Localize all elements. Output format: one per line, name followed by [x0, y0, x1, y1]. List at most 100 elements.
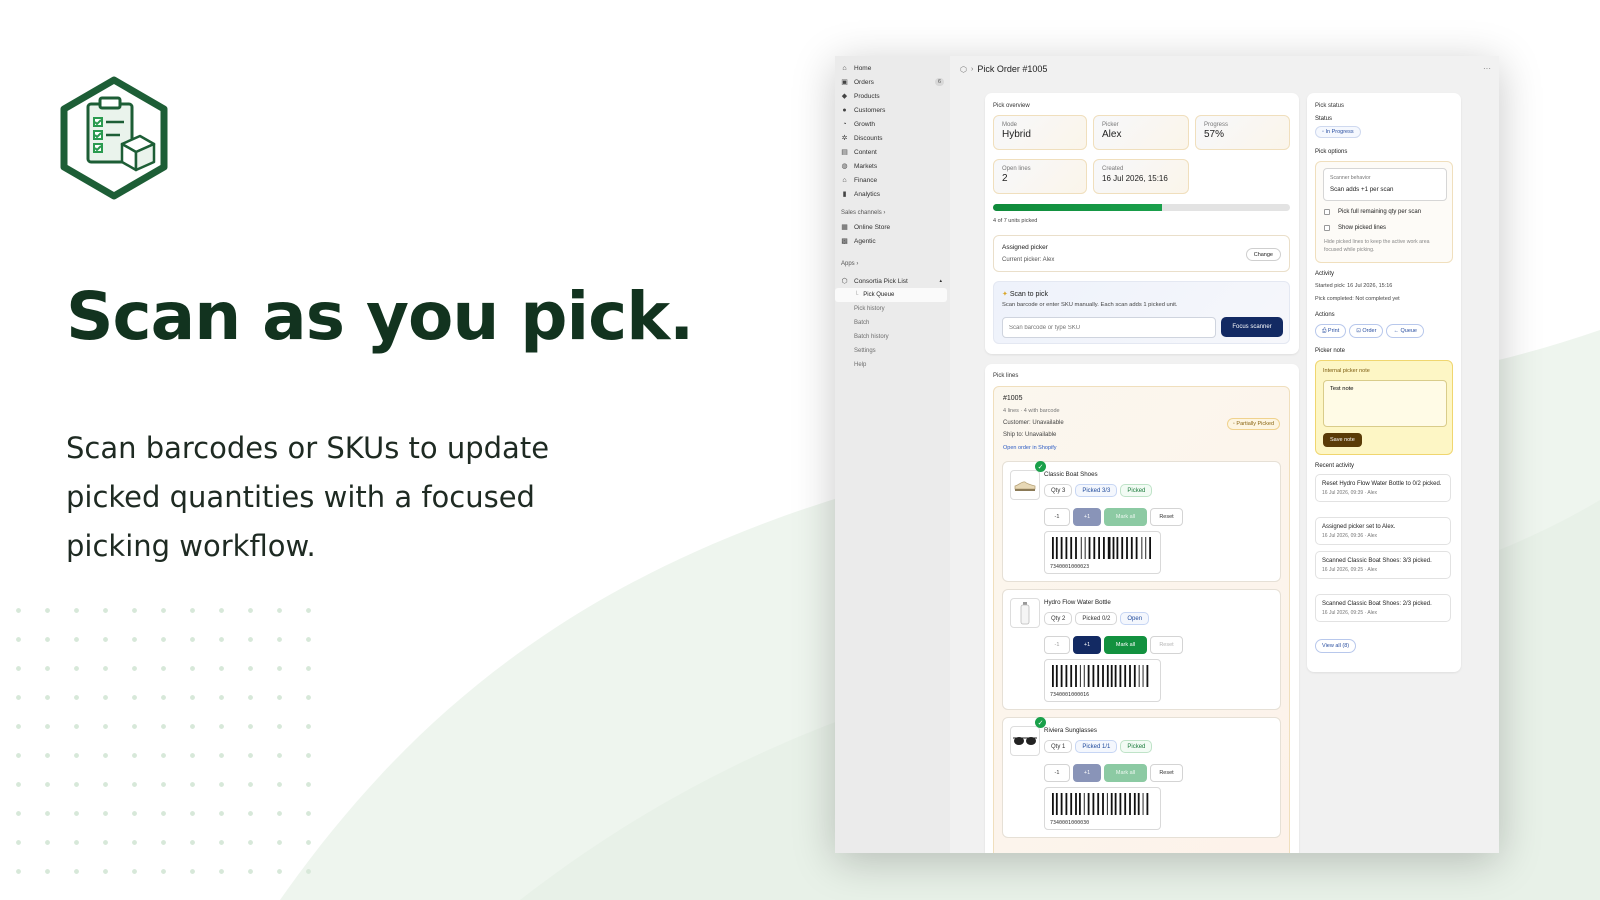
line-status-tag: Open — [1120, 612, 1150, 625]
sidebar-item-agentic[interactable]: ▩ Agentic — [835, 234, 950, 248]
show-picked-option[interactable]: Show picked lines — [1324, 221, 1386, 234]
sidebar-item-online-store[interactable]: ▦ Online Store — [835, 220, 950, 234]
decrement-button[interactable]: -1 — [1044, 636, 1070, 654]
reset-button[interactable]: Reset — [1150, 636, 1183, 654]
sidebar-item-home[interactable]: ⌂ Home — [835, 61, 950, 75]
save-note-button[interactable]: Save note — [1323, 433, 1362, 447]
barcode: 7340001000030 — [1044, 787, 1161, 830]
progress-bar-fill — [993, 204, 1163, 211]
queue-button[interactable]: ← Queue — [1386, 324, 1424, 338]
scan-sparkle-icon: ✦ — [1002, 291, 1008, 298]
checkbox[interactable] — [1324, 224, 1330, 231]
product-name: Hydro Flow Water Bottle — [1044, 599, 1111, 606]
hero-subhead: Scan barcodes or SKUs to update picked q… — [66, 431, 550, 563]
units-picked-text: 4 of 7 units picked — [993, 218, 1038, 224]
sidebar-subitem-settings[interactable]: Settings — [835, 344, 950, 358]
scan-input[interactable] — [1002, 317, 1216, 338]
barcode-bar — [1093, 537, 1096, 559]
sidebar-subitem-pick-history[interactable]: Pick history — [835, 302, 950, 316]
person-icon: ● — [842, 106, 847, 114]
discount-icon: ✲ — [841, 135, 848, 142]
sidebar-item-growth[interactable]: ◔ Growth — [835, 117, 950, 131]
activity-entry: Scanned Classic Boat Shoes: 2/3 picked. 1… — [1315, 594, 1451, 622]
barcode-number: 7340001000023 — [1050, 564, 1090, 570]
reset-button[interactable]: Reset — [1150, 764, 1183, 782]
decrement-button[interactable]: -1 — [1044, 508, 1070, 526]
decrement-button[interactable]: -1 — [1044, 764, 1070, 782]
orders-count-badge: 6 — [934, 78, 944, 86]
qty-tag: Qty 3 — [1044, 484, 1073, 497]
sidebar-item-products[interactable]: ◆ Products — [835, 89, 950, 103]
sales-channels-heading[interactable]: Sales channels › — [835, 206, 950, 220]
barcode-graphic — [1052, 793, 1149, 815]
increment-button[interactable]: +1 — [1073, 508, 1101, 526]
increment-button[interactable]: +1 — [1073, 764, 1101, 782]
pick-line-item: Hydro Flow Water Bottle Qty 2 Picked 0/2… — [1002, 589, 1281, 710]
barcode-bar — [1075, 665, 1077, 687]
view-all-button[interactable]: View all (8) — [1315, 639, 1357, 653]
product-thumbnail — [1010, 598, 1040, 628]
barcode-bar — [1103, 537, 1105, 559]
barcode-bar — [1138, 665, 1140, 687]
sidebar-item-pick-list-app[interactable]: ⬡ Consortia Pick List ▴ — [835, 274, 950, 288]
hero-headline: Scan as you pick. — [66, 278, 694, 355]
recent-activity-label: Recent activity — [1315, 463, 1355, 469]
actions-label: Actions — [1315, 312, 1335, 318]
assigned-picker-box: Assigned picker Current picker: Alex Cha… — [993, 235, 1290, 272]
pick-options-label: Pick options — [1315, 149, 1348, 155]
barcode-bar — [1106, 665, 1109, 687]
pick-line-item: ✓ Riviera Sunglasses Qty 1 Picked 1/1 Pi… — [1002, 717, 1281, 838]
sidebar-item-customers[interactable]: ● Customers — [835, 103, 950, 117]
sidebar-subitem-batch-history[interactable]: Batch history — [835, 330, 950, 344]
app-logo-icon[interactable]: ⬡ — [960, 65, 967, 74]
stat-open-lines: Open lines 2 — [993, 159, 1087, 194]
mark-all-button[interactable]: Mark all — [1104, 508, 1147, 526]
scanner-behavior-select[interactable]: Scanner behavior Scan adds +1 per scan — [1323, 168, 1447, 201]
barcode-bar — [1102, 793, 1104, 815]
barcode-bar — [1121, 537, 1124, 559]
barcode-bar — [1055, 665, 1058, 687]
sidebar-item-finance[interactable]: ⌂ Finance — [835, 173, 950, 187]
inbox-icon: ▣ — [841, 79, 848, 86]
print-button[interactable]: ⎙ Print — [1315, 324, 1347, 338]
pick-lines-card: Pick lines #1005 4 lines · 4 with barcod… — [985, 364, 1299, 853]
barcode-bar — [1114, 793, 1117, 815]
dot-pattern — [0, 590, 320, 890]
content-icon: ▤ — [841, 149, 848, 156]
increment-button[interactable]: +1 — [1073, 636, 1101, 654]
status-badge: ◦ In Progress — [1315, 126, 1361, 138]
tag-icon: ◆ — [841, 93, 848, 100]
scanner-behavior-value: Scan adds +1 per scan — [1330, 186, 1394, 193]
mark-all-button[interactable]: Mark all — [1104, 764, 1147, 782]
sidebar-subitem-batch[interactable]: Batch — [835, 316, 950, 330]
apps-heading[interactable]: Apps › — [835, 257, 950, 271]
progress-bar — [993, 204, 1290, 211]
reset-button[interactable]: Reset — [1150, 508, 1183, 526]
focus-scanner-button[interactable]: Focus scanner — [1221, 317, 1283, 337]
picked-count-tag: Picked 3/3 — [1075, 484, 1118, 497]
picker-note-textarea[interactable]: Test note — [1323, 380, 1447, 427]
open-order-link[interactable]: Open order in Shopify — [1003, 445, 1057, 451]
sidebar-item-content[interactable]: ▤ Content — [835, 145, 950, 159]
change-picker-button[interactable]: Change — [1245, 248, 1281, 261]
barcode-bar — [1087, 793, 1090, 815]
sidebar-item-analytics[interactable]: ▮ Analytics — [835, 187, 950, 201]
sidebar-item-markets[interactable]: ◍ Markets — [835, 159, 950, 173]
full-qty-option[interactable]: Pick full remaining qty per scan — [1324, 205, 1421, 218]
branch-icon: └ — [854, 292, 859, 298]
sidebar-item-discounts[interactable]: ✲ Discounts — [835, 131, 950, 145]
chevron-right-icon: › — [883, 210, 886, 216]
barcode-bar — [1097, 665, 1100, 687]
mark-all-button[interactable]: Mark all — [1104, 636, 1147, 654]
sidebar-item-orders[interactable]: ▣ Orders 6 — [835, 75, 950, 89]
admin-sidebar: ⌂ Home ▣ Orders 6 ◆ Products ● Customers ◔ Gro… — [835, 56, 950, 853]
checkbox[interactable] — [1324, 208, 1330, 215]
order-button[interactable]: ⊡ Order — [1349, 324, 1384, 338]
sidebar-subitem-help[interactable]: Help — [835, 358, 950, 372]
sidebar-subitem-pick-queue[interactable]: └ Pick Queue — [835, 288, 947, 302]
barcode-bar — [1070, 793, 1073, 815]
barcode-bar — [1133, 793, 1136, 815]
line-status-tag: Picked — [1120, 484, 1153, 497]
activity-label: Activity — [1315, 271, 1335, 277]
more-actions-icon[interactable]: ··· — [1483, 64, 1491, 73]
